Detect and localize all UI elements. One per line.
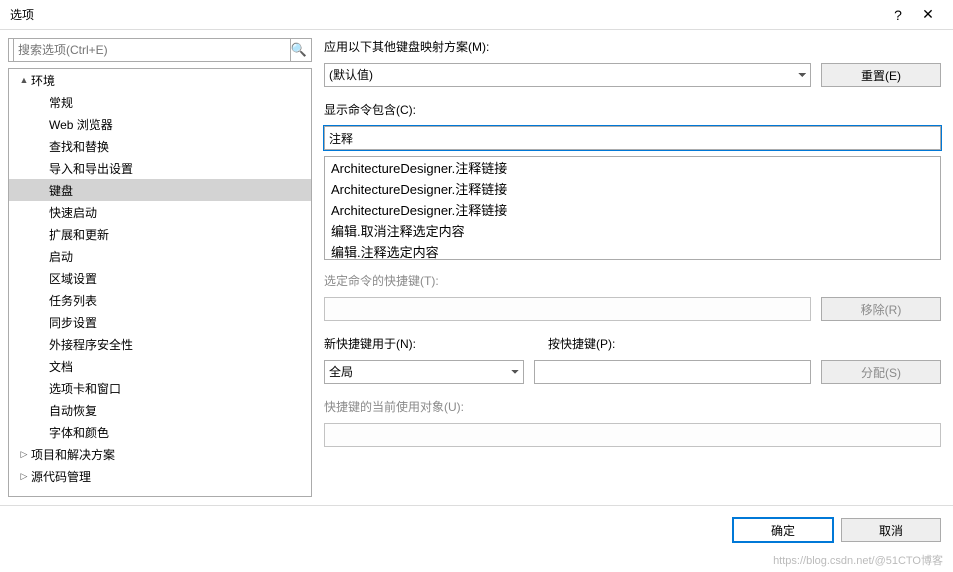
current-usage-select xyxy=(324,423,941,447)
titlebar: 选项 ? ✕ xyxy=(0,0,953,30)
dialog-title: 选项 xyxy=(10,6,883,23)
commands-listbox[interactable]: ArchitectureDesigner.注释链接 ArchitectureDe… xyxy=(324,156,941,260)
tree-item[interactable]: 导入和导出设置 xyxy=(9,157,311,179)
search-options-wrap: 🔍 xyxy=(8,38,312,62)
tree-node-sourcecontrol[interactable]: ▷ 源代码管理 xyxy=(9,465,311,487)
press-shortcut-input[interactable] xyxy=(534,360,811,384)
cancel-button[interactable]: 取消 xyxy=(841,518,941,542)
remove-button: 移除(R) xyxy=(821,297,941,321)
help-button[interactable]: ? xyxy=(883,7,913,23)
tree-node-projects[interactable]: ▷ 项目和解决方案 xyxy=(9,443,311,465)
tree-item[interactable]: 常规 xyxy=(9,91,311,113)
tree-item[interactable]: 同步设置 xyxy=(9,311,311,333)
search-options-input[interactable] xyxy=(13,38,291,62)
chevron-down-icon: ▲ xyxy=(17,75,31,85)
chevron-right-icon: ▷ xyxy=(17,471,31,482)
options-tree[interactable]: ▲ 环境 常规 Web 浏览器 查找和替换 导入和导出设置 键盘 快速启动 扩展… xyxy=(8,68,312,497)
tree-item[interactable]: 任务列表 xyxy=(9,289,311,311)
watermark: https://blog.csdn.net/@51CTO博客 xyxy=(773,552,943,568)
selected-shortcut-label: 选定命令的快捷键(T): xyxy=(324,272,941,289)
tree-item[interactable]: Web 浏览器 xyxy=(9,113,311,135)
new-shortcut-scope-label: 新快捷键用于(N): xyxy=(324,335,524,352)
tree-item[interactable]: 字体和颜色 xyxy=(9,421,311,443)
left-panel: 🔍 ▲ 环境 常规 Web 浏览器 查找和替换 导入和导出设置 键盘 快速启动 … xyxy=(0,30,320,505)
command-item[interactable]: ArchitectureDesigner.注释链接 xyxy=(325,199,940,220)
tree-item[interactable]: 扩展和更新 xyxy=(9,223,311,245)
tree-item[interactable]: 区域设置 xyxy=(9,267,311,289)
tree-item[interactable]: 外接程序安全性 xyxy=(9,333,311,355)
right-panel: 应用以下其他键盘映射方案(M): (默认值) 重置(E) 显示命令包含(C): … xyxy=(320,30,953,505)
scheme-label: 应用以下其他键盘映射方案(M): xyxy=(324,38,941,55)
scheme-select[interactable]: (默认值) xyxy=(324,63,811,87)
assign-button: 分配(S) xyxy=(821,360,941,384)
reset-button[interactable]: 重置(E) xyxy=(821,63,941,87)
tree-item[interactable]: 自动恢复 xyxy=(9,399,311,421)
dialog-footer: 确定 取消 xyxy=(0,505,953,554)
press-shortcut-label: 按快捷键(P): xyxy=(548,335,797,352)
show-commands-label: 显示命令包含(C): xyxy=(324,101,941,118)
selected-shortcut-select xyxy=(324,297,811,321)
current-usage-label: 快捷键的当前使用对象(U): xyxy=(324,398,941,415)
tree-item[interactable]: 快速启动 xyxy=(9,201,311,223)
tree-item[interactable]: 选项卡和窗口 xyxy=(9,377,311,399)
tree-item[interactable]: 查找和替换 xyxy=(9,135,311,157)
tree-item[interactable]: 启动 xyxy=(9,245,311,267)
search-icon: 🔍 xyxy=(291,42,307,58)
show-commands-input[interactable] xyxy=(324,126,941,150)
command-item[interactable]: 编辑.注释选定内容 xyxy=(325,241,940,260)
tree-node-environment[interactable]: ▲ 环境 xyxy=(9,69,311,91)
command-item[interactable]: ArchitectureDesigner.注释链接 xyxy=(325,178,940,199)
new-shortcut-scope-select[interactable]: 全局 xyxy=(324,360,524,384)
command-item[interactable]: ArchitectureDesigner.注释链接 xyxy=(325,157,940,178)
chevron-right-icon: ▷ xyxy=(17,449,31,460)
command-item[interactable]: 编辑.取消注释选定内容 xyxy=(325,220,940,241)
tree-item-keyboard[interactable]: 键盘 xyxy=(9,179,311,201)
ok-button[interactable]: 确定 xyxy=(733,518,833,542)
tree-item[interactable]: 文档 xyxy=(9,355,311,377)
close-button[interactable]: ✕ xyxy=(913,6,943,23)
